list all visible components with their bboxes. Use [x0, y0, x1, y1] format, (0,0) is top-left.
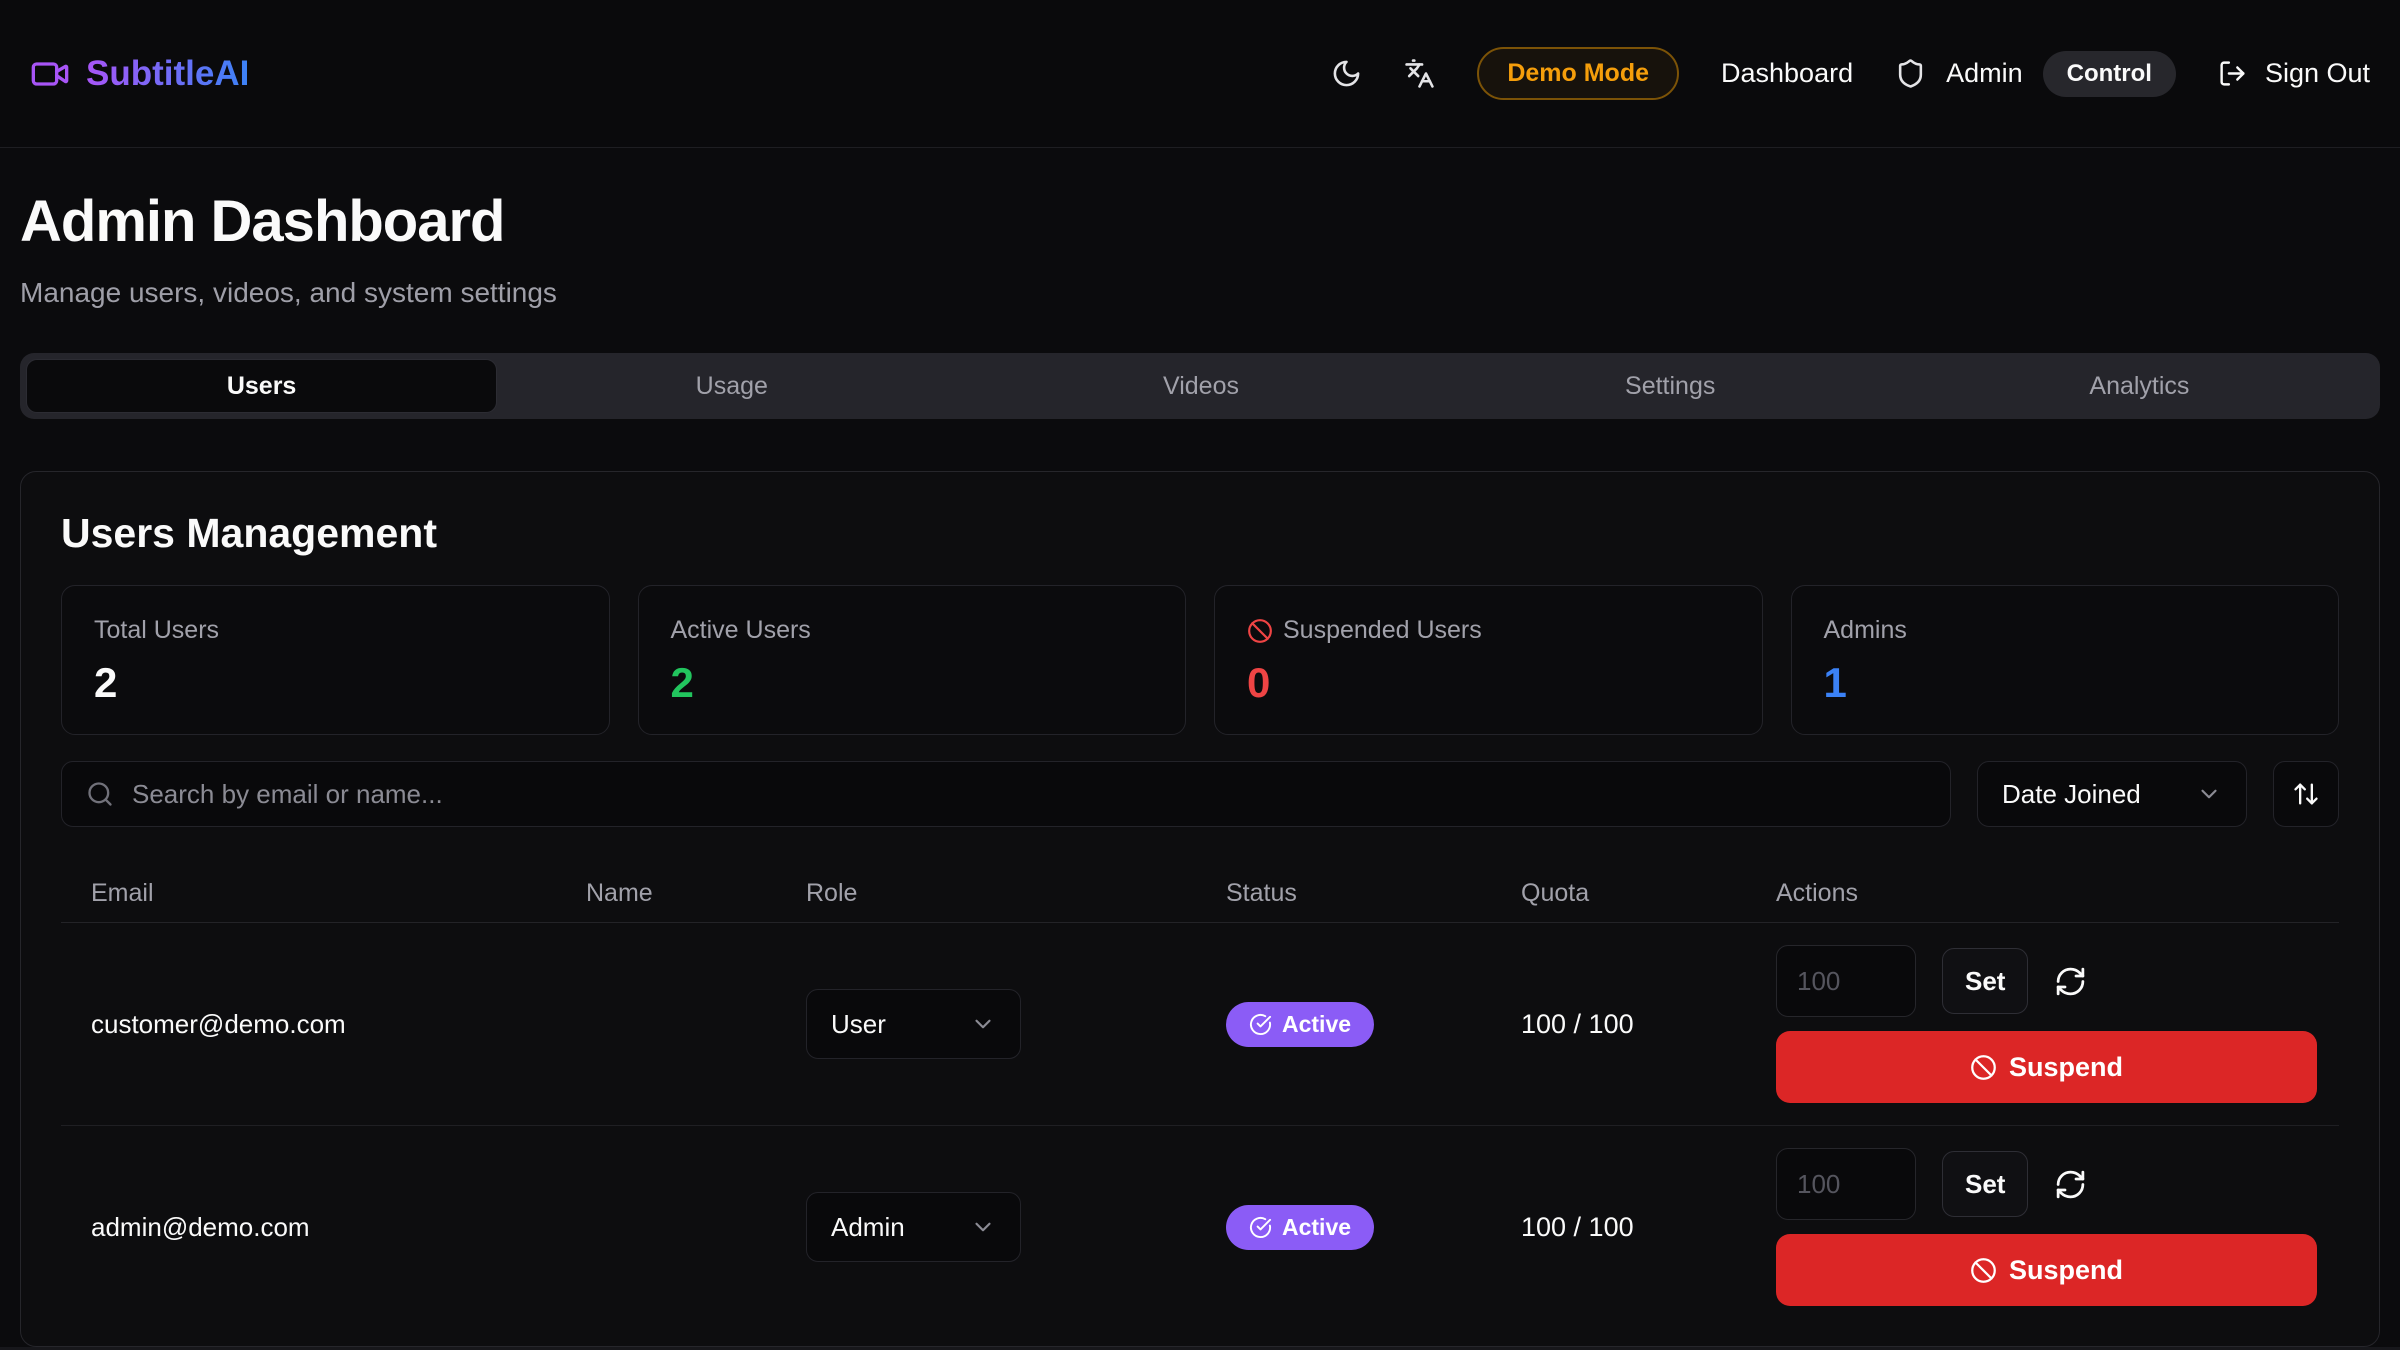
reset-quota-button[interactable]	[2054, 965, 2087, 998]
stat-card-active-users: Active Users 2	[638, 585, 1187, 735]
chevron-down-icon	[2196, 781, 2222, 807]
suspend-button[interactable]: Suspend	[1776, 1031, 2317, 1103]
sort-by-selected: Date Joined	[2002, 779, 2141, 810]
quota-input[interactable]	[1776, 1148, 1916, 1220]
tab-analytics[interactable]: Analytics	[1905, 359, 2374, 413]
status-label: Active	[1282, 1011, 1351, 1038]
page-header: Admin Dashboard Manage users, videos, an…	[0, 148, 2400, 309]
stat-label-text: Suspended Users	[1283, 616, 1482, 645]
actions-cell: Set Suspend	[1776, 945, 2339, 1103]
quota-controls: Set	[1776, 945, 2317, 1017]
quota-input[interactable]	[1776, 945, 1916, 1017]
nav-right: Demo Mode Dashboard Admin Control Sign O…	[1331, 47, 2370, 100]
sign-out-button[interactable]: Sign Out	[2218, 58, 2370, 89]
circle-check-icon	[1249, 1216, 1272, 1239]
demo-mode-badge: Demo Mode	[1477, 47, 1679, 100]
tabs-container: Users Usage Videos Settings Analytics	[0, 309, 2400, 419]
search-box	[61, 761, 1951, 827]
col-header-name: Name	[586, 879, 806, 908]
suspend-label: Suspend	[2009, 1052, 2123, 1083]
languages-icon	[1404, 58, 1435, 89]
tab-settings[interactable]: Settings	[1436, 359, 1905, 413]
stat-label: Suspended Users	[1247, 616, 1730, 645]
tab-usage[interactable]: Usage	[497, 359, 966, 413]
language-toggle-button[interactable]	[1404, 58, 1435, 89]
chevron-down-icon	[970, 1011, 996, 1037]
col-header-quota: Quota	[1521, 879, 1776, 908]
set-quota-button[interactable]: Set	[1942, 1151, 2028, 1217]
tab-videos[interactable]: Videos	[966, 359, 1435, 413]
tab-users[interactable]: Users	[26, 359, 497, 413]
theme-toggle-button[interactable]	[1331, 58, 1362, 89]
refresh-icon	[2054, 1168, 2087, 1201]
brand-logo[interactable]: SubtitleAI	[30, 54, 249, 94]
stat-value: 1	[1824, 659, 2307, 707]
table-header-row: Email Name Role Status Quota Actions	[61, 865, 2339, 923]
shield-icon	[1895, 58, 1926, 89]
filter-row: Date Joined	[61, 761, 2339, 827]
ban-icon	[1247, 618, 1273, 644]
table-row: customer@demo.com User Active 100 / 100	[61, 923, 2339, 1126]
stats-row: Total Users 2 Active Users 2 Suspended U…	[61, 585, 2339, 735]
quota-controls: Set	[1776, 1148, 2317, 1220]
arrow-up-down-icon	[2292, 780, 2320, 808]
quota-value: 100 / 100	[1521, 1212, 1776, 1243]
role-selected: Admin	[831, 1212, 905, 1243]
status-label: Active	[1282, 1214, 1351, 1241]
page: SubtitleAI Demo Mode Dashboard Admin Con…	[0, 0, 2400, 1347]
col-header-status: Status	[1226, 879, 1521, 908]
control-badge: Control	[2043, 51, 2176, 97]
role-select[interactable]: User	[806, 989, 1021, 1059]
brand-name: SubtitleAI	[86, 54, 249, 94]
role-select[interactable]: Admin	[806, 1192, 1021, 1262]
stat-value: 2	[94, 659, 577, 707]
circle-check-icon	[1249, 1013, 1272, 1036]
video-camera-icon	[30, 54, 70, 94]
user-email: admin@demo.com	[91, 1212, 586, 1243]
stat-card-admins: Admins 1	[1791, 585, 2340, 735]
stat-card-total-users: Total Users 2	[61, 585, 610, 735]
moon-icon	[1331, 58, 1362, 89]
sign-out-label: Sign Out	[2265, 58, 2370, 89]
tab-bar: Users Usage Videos Settings Analytics	[20, 353, 2380, 419]
search-icon	[86, 780, 114, 808]
top-navbar: SubtitleAI Demo Mode Dashboard Admin Con…	[0, 0, 2400, 148]
users-management-panel: Users Management Total Users 2 Active Us…	[20, 471, 2380, 1347]
stat-value: 0	[1247, 659, 1730, 707]
page-subtitle: Manage users, videos, and system setting…	[20, 277, 2380, 309]
ban-icon	[1970, 1257, 1997, 1284]
role-selected: User	[831, 1009, 886, 1040]
page-title: Admin Dashboard	[20, 188, 2380, 255]
stat-label: Active Users	[671, 616, 1154, 645]
stat-card-suspended-users: Suspended Users 0	[1214, 585, 1763, 735]
user-email: customer@demo.com	[91, 1009, 586, 1040]
dashboard-link[interactable]: Dashboard	[1721, 58, 1853, 89]
reset-quota-button[interactable]	[2054, 1168, 2087, 1201]
chevron-down-icon	[970, 1214, 996, 1240]
admin-label: Admin	[1946, 58, 2023, 89]
ban-icon	[1970, 1054, 1997, 1081]
suspend-label: Suspend	[2009, 1255, 2123, 1286]
panel-title: Users Management	[61, 510, 2339, 557]
col-header-actions: Actions	[1776, 879, 2339, 908]
sort-by-select[interactable]: Date Joined	[1977, 761, 2247, 827]
sort-direction-button[interactable]	[2273, 761, 2339, 827]
status-badge: Active	[1226, 1205, 1374, 1250]
quota-value: 100 / 100	[1521, 1009, 1776, 1040]
stat-value: 2	[671, 659, 1154, 707]
col-header-email: Email	[91, 879, 586, 908]
table-row: admin@demo.com Admin Active 100 / 100	[61, 1126, 2339, 1306]
admin-indicator: Admin Control	[1895, 51, 2176, 97]
stat-label: Total Users	[94, 616, 577, 645]
main-content: Users Management Total Users 2 Active Us…	[0, 419, 2400, 1347]
actions-cell: Set Suspend	[1776, 1148, 2339, 1306]
refresh-icon	[2054, 965, 2087, 998]
suspend-button[interactable]: Suspend	[1776, 1234, 2317, 1306]
set-quota-button[interactable]: Set	[1942, 948, 2028, 1014]
stat-label: Admins	[1824, 616, 2307, 645]
status-badge: Active	[1226, 1002, 1374, 1047]
log-out-icon	[2218, 59, 2247, 88]
col-header-role: Role	[806, 879, 1226, 908]
search-input[interactable]	[132, 779, 1926, 810]
